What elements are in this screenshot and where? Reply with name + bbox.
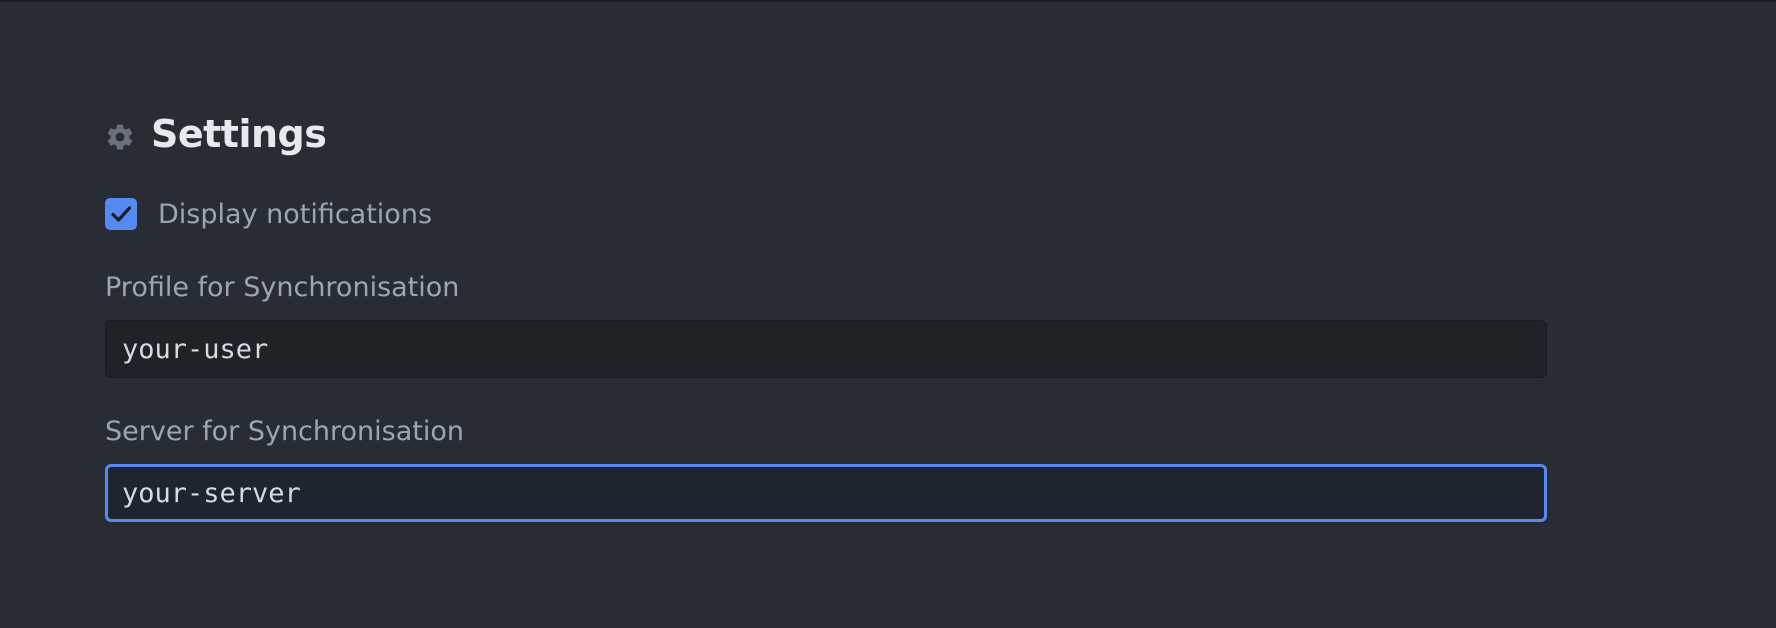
display-notifications-row[interactable]: Display notifications [105,192,432,236]
gear-icon [107,124,133,150]
settings-title: Settings [151,112,327,156]
profile-label: Profile for Synchronisation [105,272,460,303]
settings-panel: Settings Display notifications Profile f… [0,2,1776,628]
profile-input[interactable] [105,320,1547,378]
checkmark-icon [111,206,132,222]
display-notifications-checkbox[interactable] [105,198,137,230]
server-input[interactable] [105,464,1547,522]
settings-header: Settings [105,106,327,162]
server-label: Server for Synchronisation [105,416,464,447]
display-notifications-label[interactable]: Display notifications [158,199,432,230]
